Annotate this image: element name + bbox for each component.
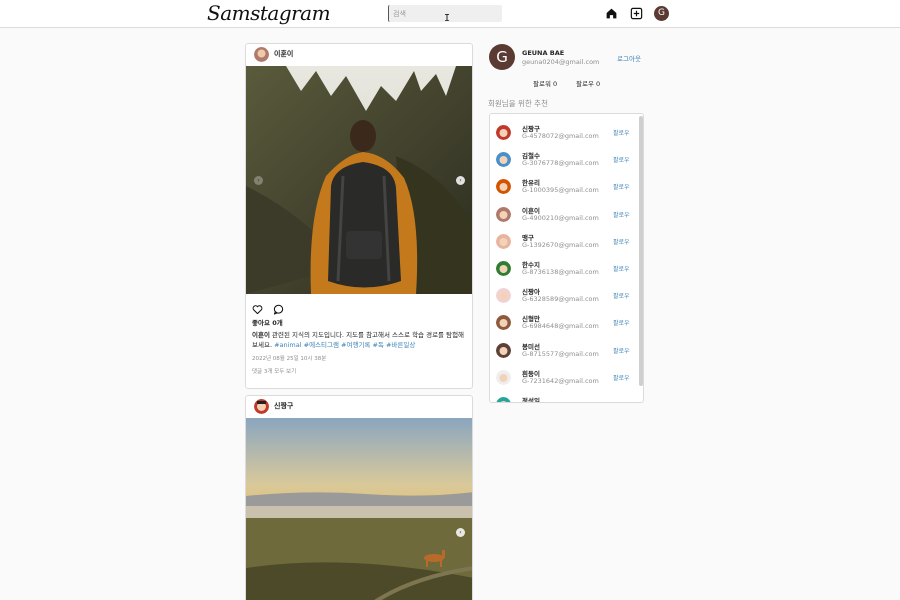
recommend-email: G-7231642@gmail.com [522,376,599,385]
list-item: 신형만 G-6984648@gmail.com 팔로우 [490,312,640,339]
follow-button[interactable]: 팔로우 [613,318,630,327]
list-item: 한수지 G-8736138@gmail.com 팔로우 [490,258,640,285]
list-item: 봉미선 G-8715577@gmail.com 팔로우 [490,340,640,367]
avatar[interactable] [496,369,511,385]
profile-avatar-button[interactable]: G [654,6,669,21]
follow-button[interactable]: 팔로우 [613,346,630,355]
post-image [246,418,472,600]
recommend-email: G-6328589@gmail.com [522,295,599,304]
recommend-username[interactable]: 정성일 [522,395,540,402]
follow-button[interactable]: 팔로우 [613,155,630,164]
avatar[interactable] [254,399,269,414]
avatar[interactable] [496,152,511,168]
post-card: 이훈이 ‹ › 좋아요 0개 이훈이 관련된 지식의 지도입니다. 지도를 참고… [245,43,473,389]
next-image-button[interactable]: › [456,176,465,185]
my-profile-avatar[interactable]: G [489,44,515,70]
post-date: 2022년 08월 25일 10시 38분 [252,356,327,362]
text-cursor-icon: I [444,13,451,24]
list-item: 신짱구 G-4578072@gmail.com 팔로우 [490,122,640,149]
recommend-email: G-4900210@gmail.com [522,213,599,222]
follow-button[interactable]: 팔로우 [613,400,630,402]
app-logo[interactable]: Samstagram [207,0,331,26]
list-item: 정성일팔로우 [490,394,640,402]
add-post-icon[interactable] [630,7,643,20]
logout-button[interactable]: 로그아웃 [617,53,641,63]
avatar[interactable] [496,179,511,195]
my-profile-email: geuna0204@gmail.com [522,58,600,66]
home-icon[interactable] [605,7,618,20]
heart-icon[interactable] [252,304,263,315]
post-username[interactable]: 이훈이 [274,49,293,59]
post-actions [252,299,289,315]
list-item: 이훈이 G-4900210@gmail.com 팔로우 [490,204,640,231]
view-comments-link[interactable]: 댓글 3개 모두 보기 [252,367,296,375]
avatar[interactable] [496,125,511,140]
post-header: 신짱구 [246,396,472,418]
scrollbar[interactable] [639,116,643,386]
post-image [246,66,472,294]
avatar[interactable] [496,397,511,402]
post-username[interactable]: 신짱구 [274,401,293,411]
recommend-email: G-1000395@gmail.com [522,186,599,195]
list-item: 한유리 G-1000395@gmail.com 팔로우 [490,176,640,203]
post-caption: 이훈이 관련된 지식의 지도입니다. 지도를 참고해서 스스로 학습 경로를 탐… [252,330,468,350]
list-item: 흰둥이 G-7231642@gmail.com 팔로우 [490,367,640,394]
recommend-list[interactable]: 신짱구 G-4578072@gmail.com 팔로우 김철수 G-3076778@gm… [489,113,644,403]
list-item: 맹구 G-1392670@gmail.com 팔로우 [490,231,640,258]
list-item: 신짱아 G-6328589@gmail.com 팔로우 [490,285,640,312]
next-image-button[interactable]: › [456,528,465,537]
follow-button[interactable]: 팔로우 [613,128,630,137]
hashtags[interactable]: #animal #에스티그램 #여행기록 #독 #바른일상 [274,341,415,349]
follower-count[interactable]: 팔로워 0 [533,78,557,88]
avatar[interactable] [496,206,511,222]
follow-button[interactable]: 팔로우 [613,264,630,273]
prev-image-button[interactable]: ‹ [254,176,263,185]
following-count[interactable]: 팔로우 0 [576,78,600,88]
avatar[interactable] [254,47,269,62]
recommend-email: G-8715577@gmail.com [522,349,599,358]
avatar[interactable] [496,233,511,249]
recommend-email: G-4578072@gmail.com [522,132,599,140]
list-item: 김철수 G-3076778@gmail.com 팔로우 [490,149,640,176]
like-count: 좋아요 0개 [252,319,283,327]
follow-button[interactable]: 팔로우 [613,237,630,246]
recommend-email: G-3076778@gmail.com [522,159,599,168]
recommend-email: G-8736138@gmail.com [522,268,599,276]
follow-button[interactable]: 팔로우 [613,210,630,219]
avatar[interactable] [496,261,511,276]
recommend-email: G-1392670@gmail.com [522,240,599,249]
avatar[interactable] [496,342,511,358]
avatar[interactable] [496,288,511,304]
post-header: 이훈이 [246,44,472,66]
follow-button[interactable]: 팔로우 [613,373,630,382]
recommend-title: 회원님을 위한 추천 [488,99,548,108]
avatar[interactable] [496,315,511,331]
caption-username[interactable]: 이훈이 [252,331,270,339]
post-card: 신짱구 › [245,395,473,600]
follow-button[interactable]: 팔로우 [613,182,630,191]
recommend-email: G-6984648@gmail.com [522,322,599,331]
my-profile-name[interactable]: GEUNA BAE [522,49,564,57]
follow-button[interactable]: 팔로우 [613,291,630,300]
comment-icon[interactable] [273,304,284,315]
